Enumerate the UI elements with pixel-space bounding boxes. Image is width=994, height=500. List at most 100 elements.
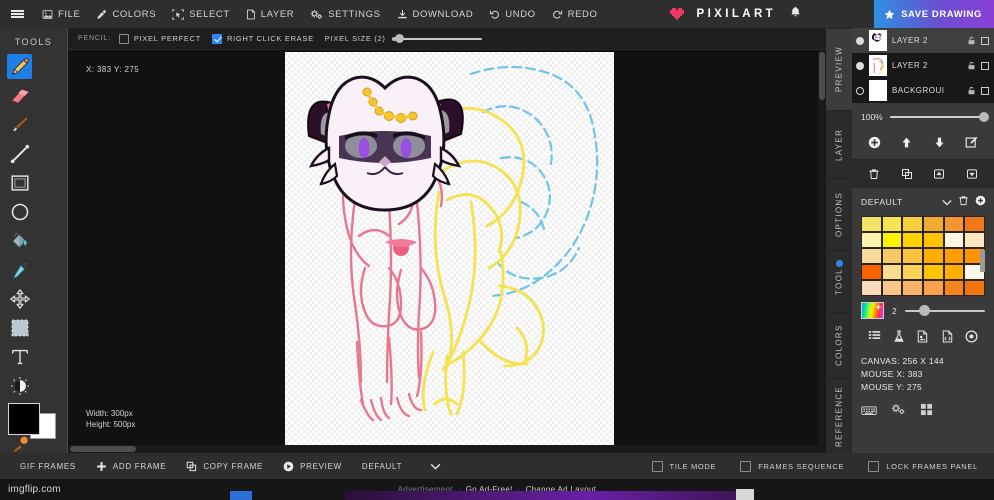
canvas-horizontal-scroll-thumb[interactable] (70, 446, 136, 452)
frame-preset-chevron[interactable] (412, 453, 459, 479)
color-swatches[interactable] (8, 403, 56, 445)
unlock-icon[interactable] (967, 82, 976, 100)
menu-redo[interactable]: REDO (544, 0, 606, 28)
unlock-icon[interactable] (967, 32, 976, 50)
palette-swatch[interactable] (902, 264, 923, 280)
right-click-erase-checkbox[interactable]: RIGHT CLICK ERASE (212, 33, 314, 44)
flask-icon[interactable] (889, 327, 909, 345)
lock-frames-panel-checkbox[interactable]: LOCK FRAMES PANEL (856, 460, 990, 472)
delete-palette-button[interactable] (958, 193, 969, 211)
tab-options[interactable]: OPTIONS (826, 178, 852, 250)
palette-swatch[interactable] (881, 264, 903, 280)
palette-swatch[interactable] (881, 280, 903, 296)
menu-download[interactable]: DOWNLOAD (389, 0, 482, 28)
palette-swatch[interactable] (861, 216, 882, 232)
tab-colors[interactable]: COLORS (826, 312, 852, 378)
palette-swatch[interactable] (922, 248, 944, 264)
tool-brush[interactable] (7, 112, 32, 137)
code-file-icon[interactable] (937, 327, 957, 345)
palette-scrollbar[interactable] (980, 250, 985, 272)
layer-select-checkbox[interactable] (981, 61, 989, 70)
tool-line[interactable] (7, 141, 32, 166)
layer-visibility-toggle[interactable] (856, 61, 864, 70)
move-layer-down-button[interactable] (929, 133, 949, 151)
copy-frame-button[interactable]: COPY FRAME (176, 453, 273, 479)
tool-ellipse[interactable] (7, 199, 32, 224)
layer-select-checkbox[interactable] (981, 36, 989, 45)
duplicate-layer-button[interactable] (897, 165, 917, 183)
delete-layer-button[interactable] (864, 165, 884, 183)
palette-swatch[interactable] (861, 248, 882, 264)
frame-preset-dropdown[interactable]: DEFAULT (352, 453, 412, 479)
tab-tool[interactable]: TOOL (826, 250, 852, 312)
merge-down-button[interactable] (962, 165, 982, 183)
settings-gears-icon[interactable] (891, 403, 906, 421)
tab-reference[interactable]: REFERENCE (826, 378, 852, 453)
grid-icon[interactable] (920, 403, 933, 421)
canvas-vertical-scroll-thumb[interactable] (819, 52, 825, 100)
pixel-size-track[interactable] (394, 34, 482, 43)
palette-swatch[interactable] (881, 216, 903, 232)
table-row[interactable]: LAYER 2 (852, 53, 994, 78)
tool-text[interactable] (7, 344, 32, 369)
tool-move[interactable] (7, 286, 32, 311)
palette-swatch[interactable] (922, 216, 944, 232)
canvas-area[interactable]: X: 383 Y: 275 Width: 300px Height: 500px (68, 50, 826, 453)
unlock-icon[interactable] (967, 57, 976, 75)
palette-swatch[interactable] (902, 280, 923, 296)
canvas-vertical-scrollbar[interactable] (818, 50, 826, 453)
palette-swatch[interactable] (861, 264, 882, 280)
primary-color-swatch[interactable] (8, 403, 40, 435)
palette-swatch[interactable] (943, 280, 965, 296)
layer-opacity-slider[interactable]: 100% (852, 103, 994, 128)
add-layer-button[interactable] (864, 133, 884, 151)
menu-settings[interactable]: SETTINGS (302, 0, 388, 28)
tool-rectangle[interactable] (7, 170, 32, 195)
tool-lighten[interactable] (7, 373, 32, 398)
pixel-size-knob[interactable] (394, 34, 404, 43)
layer-select-checkbox[interactable] (981, 86, 989, 95)
layer-visibility-toggle[interactable] (856, 36, 864, 45)
palette-swatch[interactable] (922, 264, 944, 280)
palette-swatch[interactable] (943, 216, 965, 232)
palette-swatch[interactable] (964, 232, 985, 248)
brush-size-track[interactable] (904, 305, 985, 316)
palette-swatch[interactable] (902, 216, 923, 232)
palette-swatch[interactable] (964, 280, 985, 296)
palette-swatch[interactable] (881, 232, 903, 248)
tab-preview[interactable]: PREVIEW (826, 28, 852, 110)
bell-icon[interactable] (790, 5, 801, 23)
rainbow-picker-icon[interactable] (861, 302, 884, 319)
tool-eyedropper[interactable] (7, 257, 32, 282)
brand[interactable]: PIXILART (669, 6, 777, 22)
menu-undo[interactable]: UNDO (481, 0, 543, 28)
keyboard-icon[interactable] (861, 403, 877, 421)
tool-eraser[interactable] (7, 83, 32, 108)
palette-dropdown-button[interactable] (942, 193, 952, 211)
layer-opacity-track[interactable] (889, 112, 989, 122)
layer-visibility-toggle[interactable] (856, 86, 864, 95)
pixel-size-slider[interactable] (391, 34, 482, 43)
tool-pencil[interactable] (7, 54, 32, 79)
palette-swatch[interactable] (943, 248, 965, 264)
brush-size-knob[interactable] (919, 305, 931, 316)
hamburger-icon[interactable] (0, 0, 34, 28)
palette-swatch[interactable] (861, 232, 882, 248)
menu-layer[interactable]: LAYER (238, 0, 302, 28)
import-image-icon[interactable] (913, 327, 933, 345)
gif-frames-button[interactable]: GIF FRAMES (10, 453, 86, 479)
tool-paint-bucket[interactable] (7, 228, 32, 253)
palette-swatch[interactable] (861, 280, 882, 296)
tool-select[interactable] (7, 315, 32, 340)
palette-swatch[interactable] (881, 248, 903, 264)
target-icon[interactable] (962, 327, 982, 345)
tab-layer[interactable]: LAYER (826, 110, 852, 178)
table-row[interactable]: LAYER 2 (852, 28, 994, 53)
canvas-horizontal-scrollbar[interactable] (68, 445, 826, 453)
table-row[interactable]: BACKGROUI (852, 78, 994, 103)
preview-button[interactable]: PREVIEW (273, 453, 352, 479)
tile-mode-checkbox[interactable]: TILE MODE (640, 460, 729, 472)
layer-opacity-knob[interactable] (979, 112, 989, 122)
edit-layer-button[interactable] (962, 133, 982, 151)
palette-swatch[interactable] (902, 248, 923, 264)
